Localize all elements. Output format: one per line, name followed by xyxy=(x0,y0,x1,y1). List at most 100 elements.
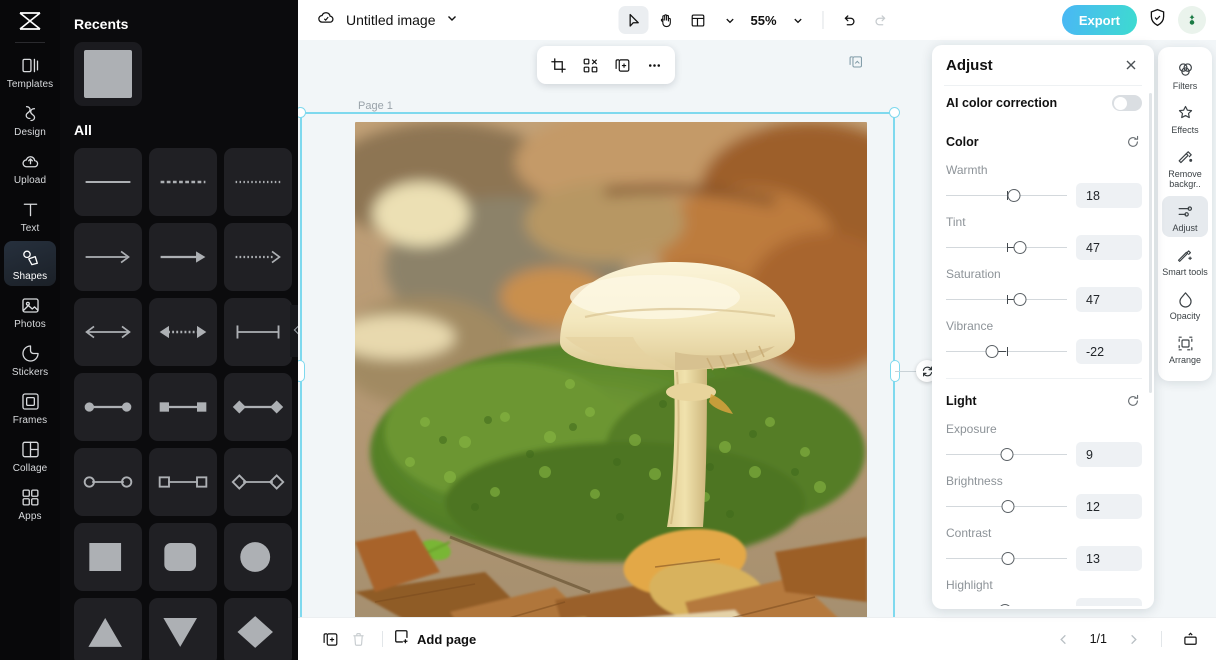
shape-line-square-ends[interactable] xyxy=(149,373,217,441)
slider-value-vibrance[interactable]: -22 xyxy=(1076,339,1142,364)
resize-handle-top-left[interactable] xyxy=(298,107,306,118)
resize-handle-top-right[interactable] xyxy=(889,107,900,118)
close-icon[interactable] xyxy=(1120,54,1142,76)
chevron-down-icon[interactable] xyxy=(446,11,458,29)
shape-line-solid[interactable] xyxy=(74,148,142,216)
shield-check-icon[interactable] xyxy=(1147,7,1168,33)
slider-track-contrast[interactable] xyxy=(946,551,1067,567)
select-tool-button[interactable] xyxy=(618,6,649,34)
shape-double-arrow[interactable] xyxy=(74,298,142,366)
tool-remove-backgr[interactable]: Remove backgr.. xyxy=(1162,142,1208,193)
crop-button[interactable] xyxy=(543,50,573,80)
slider-thumb[interactable] xyxy=(1013,241,1027,254)
redo-button[interactable] xyxy=(866,6,896,34)
present-button[interactable] xyxy=(1176,625,1204,653)
shape-diamond[interactable] xyxy=(224,598,292,660)
hand-tool-button[interactable] xyxy=(650,6,680,34)
sidebar-item-stickers[interactable]: Stickers xyxy=(4,337,56,382)
shape-line-square-ends-hollow[interactable] xyxy=(149,448,217,516)
tool-effects[interactable]: Effects xyxy=(1162,98,1208,139)
tool-adjust[interactable]: Adjust xyxy=(1162,196,1208,237)
panel-scrollbar[interactable] xyxy=(1149,93,1152,393)
shape-square[interactable] xyxy=(74,523,142,591)
reset-icon[interactable] xyxy=(1124,392,1142,410)
slider-value-warmth[interactable]: 18 xyxy=(1076,183,1142,208)
layout-chevron-button[interactable] xyxy=(714,6,744,34)
slider-value-tint[interactable]: 47 xyxy=(1076,235,1142,260)
slider-value-brightness[interactable]: 12 xyxy=(1076,494,1142,519)
ai-color-correction-toggle[interactable] xyxy=(1112,95,1142,111)
next-page-button[interactable] xyxy=(1119,625,1147,653)
sidebar-item-templates[interactable]: Templates xyxy=(4,49,56,94)
shape-arrow-thin[interactable] xyxy=(74,223,142,291)
resize-handle-left-middle[interactable] xyxy=(298,360,305,382)
prev-page-button[interactable] xyxy=(1050,625,1078,653)
export-button[interactable]: Export xyxy=(1061,5,1137,35)
sidebar-item-photos[interactable]: Photos xyxy=(4,289,56,334)
sidebar-item-collage[interactable]: Collage xyxy=(4,433,56,478)
sidebar-item-upload[interactable]: Upload xyxy=(4,145,56,190)
sidebar-item-label: Text xyxy=(20,223,40,234)
shape-line-diamond-ends[interactable] xyxy=(224,373,292,441)
shape-arrow-dotted[interactable] xyxy=(224,223,292,291)
slider-value-contrast[interactable]: 13 xyxy=(1076,546,1142,571)
sidebar-item-apps[interactable]: Apps xyxy=(4,481,56,526)
tool-smart-tools[interactable]: Smart tools xyxy=(1162,240,1208,281)
sidebar-item-shapes[interactable]: Shapes xyxy=(4,241,56,286)
sidebar-item-frames[interactable]: Frames xyxy=(4,385,56,430)
reset-icon[interactable] xyxy=(1124,133,1142,151)
shape-circle[interactable] xyxy=(224,523,292,591)
shape-line-circle-ends-hollow[interactable] xyxy=(74,448,142,516)
slider-track-exposure[interactable] xyxy=(946,447,1067,463)
slider-thumb[interactable] xyxy=(1007,189,1021,202)
shape-line-dotted[interactable] xyxy=(224,148,292,216)
delete-page-button[interactable] xyxy=(344,625,372,653)
undo-button[interactable] xyxy=(834,6,864,34)
more-options-button[interactable] xyxy=(639,50,669,80)
tool-filters[interactable]: Filters xyxy=(1162,54,1208,95)
shape-line-diamond-ends-hollow[interactable] xyxy=(224,448,292,516)
recent-shape-square[interactable] xyxy=(74,42,142,106)
slider-thumb[interactable] xyxy=(1013,293,1027,306)
shape-arrow-solid[interactable] xyxy=(149,223,217,291)
sidebar-item-design[interactable]: Design xyxy=(4,97,56,142)
slider-value-saturation[interactable]: 47 xyxy=(1076,287,1142,312)
duplicate-button[interactable] xyxy=(607,50,637,80)
avatar[interactable] xyxy=(1178,6,1206,34)
slider-track-brightness[interactable] xyxy=(946,499,1067,515)
sidebar-item-text[interactable]: Text xyxy=(4,193,56,238)
zoom-chevron-button[interactable] xyxy=(783,6,813,34)
slider-track-vibrance[interactable] xyxy=(946,344,1067,360)
ai-color-correction-row[interactable]: AI color correction xyxy=(932,86,1154,120)
slider-track-warmth[interactable] xyxy=(946,188,1067,204)
slider-track-tint[interactable] xyxy=(946,240,1067,256)
shape-triangle-up[interactable] xyxy=(74,598,142,660)
duplicate-page-button[interactable] xyxy=(316,625,344,653)
duplicate-small-icon[interactable] xyxy=(848,54,864,70)
slider-thumb[interactable] xyxy=(1000,448,1013,461)
tool-arrange[interactable]: Arrange xyxy=(1162,328,1208,369)
slider-thumb[interactable] xyxy=(1001,552,1015,565)
shape-double-arrow-dotted[interactable] xyxy=(149,298,217,366)
shape-rounded-square[interactable] xyxy=(149,523,217,591)
slider-track-highlight[interactable] xyxy=(946,603,1067,606)
logo-icon[interactable] xyxy=(13,6,47,36)
shape-line-dot-ends[interactable] xyxy=(74,373,142,441)
layout-tool-button[interactable] xyxy=(682,6,712,34)
collapse-panel-handle[interactable] xyxy=(290,305,298,357)
tool-opacity[interactable]: Opacity xyxy=(1162,284,1208,325)
slider-thumb[interactable] xyxy=(998,604,1012,606)
add-page-button[interactable]: Add page xyxy=(393,628,476,650)
slider-track-saturation[interactable] xyxy=(946,292,1067,308)
slider-value-highlight[interactable]: 7 xyxy=(1076,598,1142,606)
cutout-button[interactable] xyxy=(575,50,605,80)
upload-cloud-icon xyxy=(19,150,41,172)
slider-thumb[interactable] xyxy=(1001,500,1015,513)
shape-line-dashed[interactable] xyxy=(149,148,217,216)
document-title-group[interactable]: Untitled image xyxy=(316,8,458,33)
shape-triangle-down[interactable] xyxy=(149,598,217,660)
slider-value-exposure[interactable]: 9 xyxy=(1076,442,1142,467)
shape-line-bar-ends[interactable] xyxy=(224,298,292,366)
adjust-sections-scroll[interactable]: Color Warmth 18 Tint 47 Saturation 47 Vibrance -… xyxy=(932,120,1154,606)
slider-thumb[interactable] xyxy=(985,345,999,358)
